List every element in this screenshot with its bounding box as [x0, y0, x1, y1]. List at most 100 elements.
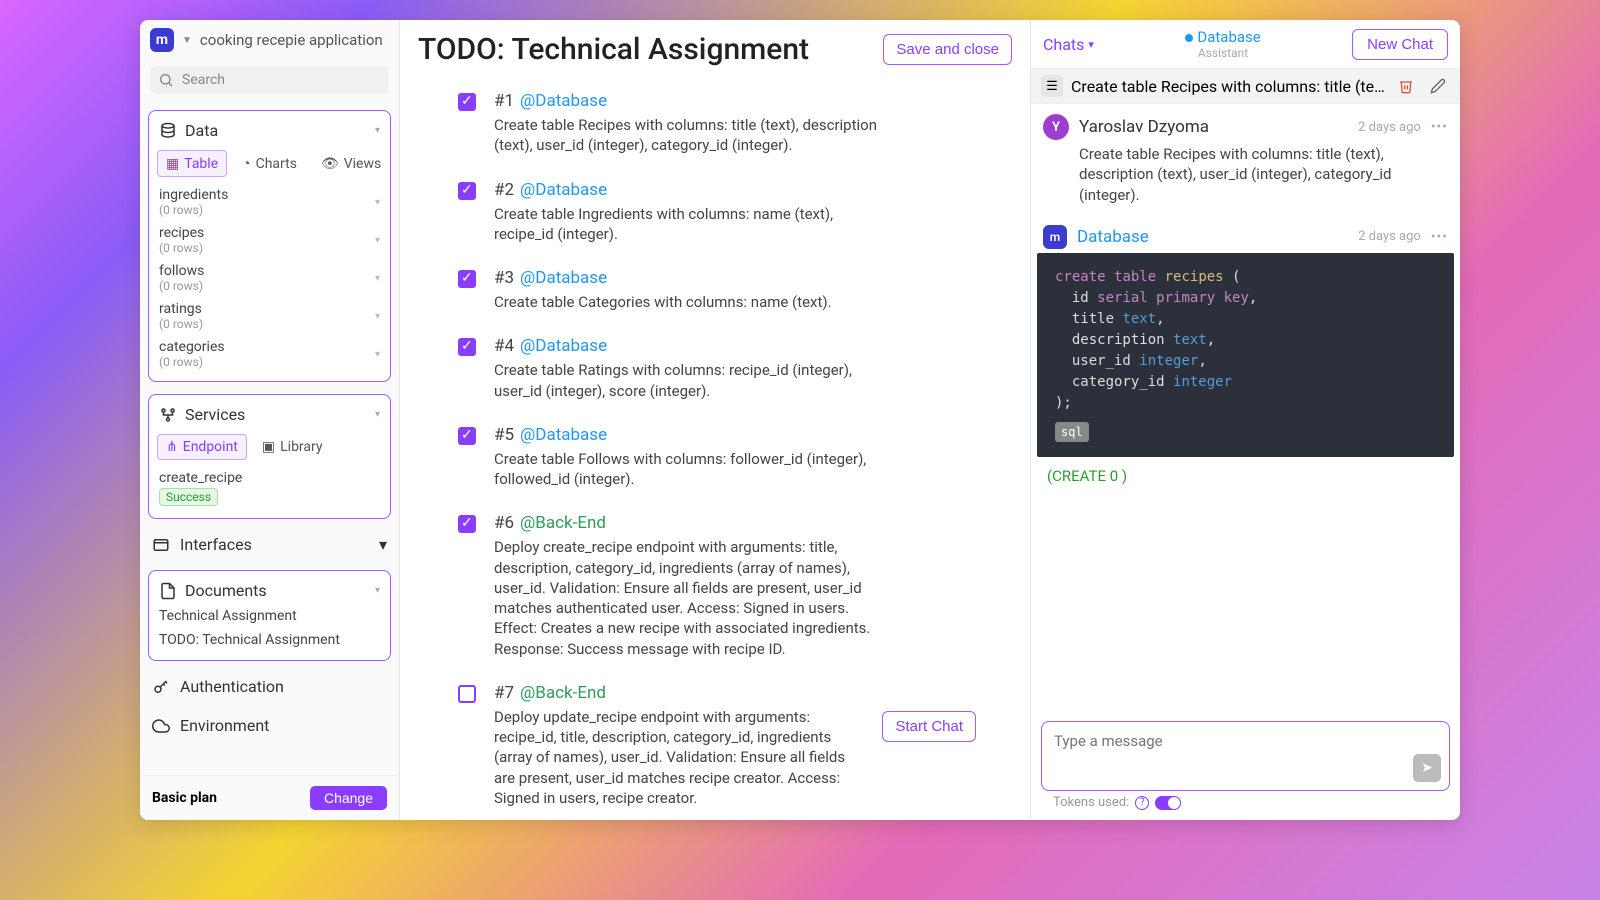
- search-icon: [158, 72, 174, 88]
- document-item[interactable]: TODO: Technical Assignment: [157, 628, 382, 652]
- services-panel: Services ▾ ⋔Endpoint ▣Library create_rec…: [148, 394, 391, 519]
- query-result: (CREATE 0 ): [1031, 457, 1460, 495]
- status-dot-icon: [1185, 34, 1193, 42]
- todo-item: #1@DatabaseCreate table Recipes with col…: [418, 77, 1006, 166]
- tab-library[interactable]: ▣Library: [253, 434, 332, 460]
- todo-tag[interactable]: @Database: [520, 425, 607, 445]
- search-placeholder: Search: [182, 72, 225, 88]
- views-icon: 👁: [321, 156, 339, 172]
- checkbox[interactable]: [458, 182, 476, 200]
- edit-icon[interactable]: [1426, 76, 1450, 96]
- nav-authentication[interactable]: Authentication: [140, 667, 399, 706]
- todo-item: #2@DatabaseCreate table Ingredients with…: [418, 166, 1006, 255]
- start-chat-button[interactable]: Start Chat: [882, 711, 976, 742]
- todo-tag[interactable]: @Database: [520, 180, 607, 200]
- table-item[interactable]: follows(0 rows)▾: [157, 259, 382, 297]
- table-item[interactable]: recipes(0 rows)▾: [157, 221, 382, 259]
- tab-views[interactable]: 👁Views: [312, 150, 390, 177]
- change-plan-button[interactable]: Change: [310, 786, 387, 810]
- chevron-down-icon[interactable]: ▾: [375, 125, 380, 136]
- service-item[interactable]: create_recipe Success: [157, 466, 382, 510]
- database-icon: [159, 122, 177, 140]
- sql-badge: sql: [1055, 422, 1089, 442]
- database-icon: ☰: [1041, 75, 1063, 97]
- todo-description: Create table Ratings with columns: recip…: [494, 360, 894, 401]
- avatar: Y: [1043, 114, 1069, 140]
- library-icon: ▣: [262, 439, 275, 455]
- chat-input[interactable]: ➤: [1041, 721, 1450, 791]
- chat-textarea[interactable]: [1054, 732, 1437, 768]
- nav-interfaces[interactable]: Interfaces▾: [140, 525, 399, 564]
- table-icon: ▦: [166, 156, 179, 172]
- services-icon: [159, 406, 177, 424]
- nav-environment[interactable]: Environment: [140, 706, 399, 745]
- chevron-down-icon: ▾: [375, 311, 380, 322]
- send-button[interactable]: ➤: [1413, 754, 1441, 782]
- document-item[interactable]: Technical Assignment: [157, 604, 382, 628]
- interfaces-icon: [152, 536, 170, 554]
- data-panel: Data ▾ ▦Table ◔Charts 👁Views ingredients…: [148, 110, 391, 382]
- message-body: Create table Recipes with columns: title…: [1079, 144, 1448, 205]
- checkbox[interactable]: [458, 93, 476, 111]
- app-name: cooking recepie application: [200, 31, 383, 49]
- chevron-down-icon: ▾: [375, 273, 380, 284]
- documents-title: Documents: [185, 581, 267, 600]
- tokens-toggle[interactable]: [1155, 796, 1181, 810]
- checkbox[interactable]: [458, 427, 476, 445]
- chevron-down-icon: ▾: [375, 197, 380, 208]
- help-icon[interactable]: ?: [1135, 796, 1149, 810]
- cloud-icon: [152, 717, 170, 735]
- documents-panel: Documents ▾ Technical Assignment TODO: T…: [148, 570, 391, 661]
- todo-tag[interactable]: @Back-End: [520, 683, 606, 703]
- search-input[interactable]: Search: [150, 66, 389, 94]
- table-item[interactable]: categories(0 rows)▾: [157, 335, 382, 373]
- chart-icon: ◔: [242, 155, 250, 172]
- todo-tag[interactable]: @Back-End: [520, 513, 606, 533]
- checkbox[interactable]: [458, 270, 476, 288]
- todo-item: #3@DatabaseCreate table Categories with …: [418, 254, 1006, 322]
- todo-description: Deploy update_recipe endpoint with argum…: [494, 707, 864, 808]
- todo-tag[interactable]: @Database: [520, 268, 607, 288]
- todo-number: #4: [494, 336, 514, 356]
- todo-description: Create table Recipes with columns: title…: [494, 115, 894, 156]
- todo-tag[interactable]: @Database: [520, 336, 607, 356]
- save-close-button[interactable]: Save and close: [883, 34, 1012, 65]
- checkbox[interactable]: [458, 515, 476, 533]
- todo-description: Create table Follows with columns: follo…: [494, 449, 894, 490]
- trash-icon[interactable]: [1394, 76, 1418, 96]
- checkbox[interactable]: [458, 338, 476, 356]
- avatar: m: [1043, 225, 1067, 249]
- todo-tag[interactable]: @Database: [520, 91, 607, 111]
- services-panel-title: Services: [185, 405, 245, 424]
- data-panel-title: Data: [185, 121, 218, 140]
- chevron-down-icon[interactable]: ▾: [375, 585, 380, 596]
- chevron-down-icon[interactable]: ▾: [375, 409, 380, 420]
- new-chat-button[interactable]: New Chat: [1352, 29, 1448, 60]
- status-badge: Success: [159, 488, 218, 506]
- todo-number: #6: [494, 513, 514, 533]
- todo-description: Create table Categories with columns: na…: [494, 292, 894, 312]
- todo-description: Create table Ingredients with columns: n…: [494, 204, 894, 245]
- more-icon[interactable]: •••: [1431, 119, 1448, 135]
- message-time: 2 days ago: [1358, 120, 1421, 135]
- table-item[interactable]: ratings(0 rows)▾: [157, 297, 382, 335]
- message-time: 2 days ago: [1358, 229, 1421, 244]
- chevron-down-icon: ▾: [375, 349, 380, 360]
- tab-charts[interactable]: ◔Charts: [233, 150, 306, 177]
- todo-number: #5: [494, 425, 514, 445]
- todo-item: #5 @Database Create table Follows with col…: [418, 411, 1006, 500]
- app-logo[interactable]: m: [150, 28, 174, 52]
- checkbox[interactable]: [458, 685, 476, 703]
- todo-item: #4 @Database Create table Ratings with col…: [418, 322, 1006, 411]
- document-icon: [159, 582, 177, 600]
- todo-number: #7: [494, 683, 514, 703]
- active-assistant: Database Assistant: [1185, 28, 1260, 60]
- chevron-down-icon: ▼: [182, 35, 192, 46]
- endpoint-icon: ⋔: [166, 439, 178, 455]
- chats-dropdown[interactable]: Chats▾: [1043, 35, 1094, 54]
- tab-endpoint[interactable]: ⋔Endpoint: [157, 434, 247, 460]
- tab-table[interactable]: ▦Table: [157, 150, 227, 177]
- code-block: create table recipes ( id serial primary…: [1037, 253, 1454, 457]
- table-item[interactable]: ingredients(0 rows)▾: [157, 183, 382, 221]
- more-icon[interactable]: •••: [1431, 229, 1448, 245]
